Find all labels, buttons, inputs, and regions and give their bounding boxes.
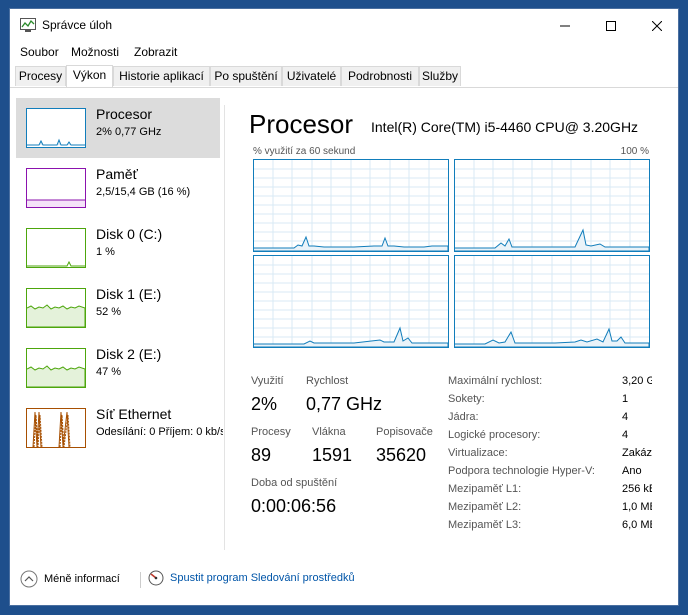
info-value: 6,0 MB bbox=[622, 519, 652, 531]
threads-value: 1591 bbox=[312, 445, 353, 465]
info-value: 4 bbox=[622, 411, 629, 423]
footer-divider bbox=[140, 572, 141, 588]
sidebar-item-disk0[interactable]: Disk 0 (C:) 1 % bbox=[16, 218, 220, 278]
sidebar-item-value: 1 % bbox=[96, 246, 115, 258]
sidebar-item-label: Disk 1 (E:) bbox=[96, 286, 162, 302]
speed-value: 0,77 GHz bbox=[306, 394, 383, 414]
info-key: Podpora technologie Hyper-V: bbox=[448, 465, 595, 477]
handles-value: 35620 bbox=[376, 445, 427, 465]
maximize-icon bbox=[606, 20, 616, 31]
info-value: 3,20 GHz bbox=[622, 375, 652, 387]
menu-bar: Soubor Možnosti Zobrazit bbox=[10, 42, 678, 62]
resource-monitor-link[interactable]: Spustit program Sledování prostředků bbox=[148, 570, 355, 586]
info-key: Sokety: bbox=[448, 393, 485, 405]
sidebar-item-value: 2% 0,77 GHz bbox=[96, 126, 162, 138]
info-key: Mezipaměť L3: bbox=[448, 519, 522, 531]
sidebar-item-label: Paměť bbox=[96, 166, 138, 182]
info-key: Jádra: bbox=[448, 411, 479, 423]
task-manager-window: Správce úloh Soubor Možnosti Zobrazit Pr… bbox=[9, 8, 679, 606]
graph-max-label: 100 % bbox=[620, 146, 649, 157]
tab-processes[interactable]: Procesy bbox=[15, 66, 66, 86]
minimize-icon bbox=[560, 25, 570, 26]
cpu-thumbnail bbox=[26, 108, 86, 148]
cpu-model-name: Intel(R) Core(TM) i5-4460 CPU@ 3.20GHz bbox=[371, 119, 639, 135]
sidebar-item-disk1[interactable]: Disk 1 (E:) 52 % bbox=[16, 278, 220, 338]
cpu-core-graph-1 bbox=[454, 159, 650, 252]
ethernet-thumbnail bbox=[26, 408, 86, 448]
info-value: 256 kB bbox=[622, 483, 652, 495]
info-value: 1 bbox=[622, 393, 629, 405]
memory-thumbnail bbox=[26, 168, 86, 208]
info-value: Zakázáno bbox=[622, 447, 652, 459]
info-key: Logické procesory: bbox=[448, 429, 541, 441]
tab-strip: Procesy Výkon Historie aplikací Po spušt… bbox=[10, 65, 678, 88]
panel-divider bbox=[224, 105, 225, 550]
info-key: Mezipaměť L2: bbox=[448, 501, 522, 513]
info-value: Ano bbox=[622, 465, 642, 477]
processes-label: Procesy bbox=[251, 426, 291, 438]
close-icon bbox=[652, 20, 662, 31]
sidebar-item-label: Disk 0 (C:) bbox=[96, 226, 163, 242]
processes-value: 89 bbox=[251, 445, 272, 465]
page-title: Procesor bbox=[249, 109, 354, 139]
chevron-up-icon bbox=[20, 570, 38, 588]
performance-sidebar: Procesor 2% 0,77 GHz Paměť 2,5/15,4 GB (… bbox=[10, 87, 225, 547]
window-title: Správce úloh bbox=[42, 18, 113, 32]
title-bar[interactable]: Správce úloh bbox=[10, 9, 678, 42]
threads-label: Vlákna bbox=[312, 426, 346, 438]
minimize-button[interactable] bbox=[542, 9, 588, 42]
disk0-thumbnail bbox=[26, 228, 86, 268]
usage-value: 2% bbox=[251, 394, 278, 414]
resource-monitor-label: Spustit program Sledování prostředků bbox=[170, 572, 355, 584]
tab-users[interactable]: Uživatelé bbox=[282, 66, 341, 86]
maximize-button[interactable] bbox=[588, 9, 634, 42]
uptime-value: 0:00:06:56 bbox=[251, 496, 337, 516]
menu-options[interactable]: Možnosti bbox=[71, 45, 119, 59]
cpu-core-graph-3 bbox=[454, 255, 650, 348]
sidebar-item-ethernet[interactable]: Síť Ethernet Odesílání: 0 Příjem: 0 kb/s bbox=[16, 398, 223, 458]
info-key: Mezipaměť L1: bbox=[448, 483, 522, 495]
sidebar-item-value: 2,5/15,4 GB (16 %) bbox=[96, 186, 191, 198]
tab-performance[interactable]: Výkon bbox=[66, 65, 113, 87]
footer-bar: Méně informací Spustit program Sledování… bbox=[10, 557, 678, 605]
tab-details[interactable]: Podrobnosti bbox=[341, 66, 419, 86]
sidebar-item-value: 47 % bbox=[96, 366, 122, 378]
tab-services[interactable]: Služby bbox=[419, 66, 461, 86]
menu-file[interactable]: Soubor bbox=[20, 45, 59, 59]
sidebar-item-value: 52 % bbox=[96, 306, 122, 318]
info-value: 4 bbox=[622, 429, 629, 441]
tab-app-history[interactable]: Historie aplikací bbox=[113, 66, 210, 86]
tab-startup[interactable]: Po spuštění bbox=[210, 66, 282, 86]
graph-caption: % využití za 60 sekund bbox=[253, 146, 356, 157]
cpu-core-graph-0 bbox=[253, 159, 449, 252]
close-button[interactable] bbox=[634, 9, 678, 42]
fewer-details-label: Méně informací bbox=[44, 573, 120, 585]
speed-label: Rychlost bbox=[306, 375, 349, 387]
uptime-label: Doba od spuštění bbox=[251, 477, 338, 489]
info-key: Virtualizace: bbox=[448, 447, 508, 459]
disk2-thumbnail bbox=[26, 348, 86, 388]
sidebar-item-disk2[interactable]: Disk 2 (E:) 47 % bbox=[16, 338, 220, 398]
resource-monitor-icon bbox=[148, 570, 164, 586]
sidebar-item-label: Síť Ethernet bbox=[96, 406, 172, 422]
task-manager-icon bbox=[20, 18, 36, 32]
menu-view[interactable]: Zobrazit bbox=[134, 45, 177, 59]
disk1-thumbnail bbox=[26, 288, 86, 328]
fewer-details-button[interactable]: Méně informací bbox=[20, 570, 120, 588]
sidebar-item-label: Disk 2 (E:) bbox=[96, 346, 162, 362]
info-key: Maximální rychlost: bbox=[448, 375, 543, 387]
sidebar-item-cpu[interactable]: Procesor 2% 0,77 GHz bbox=[16, 98, 220, 158]
handles-label: Popisovače bbox=[376, 426, 433, 438]
info-value: 1,0 MB bbox=[622, 501, 652, 513]
cpu-core-graph-2 bbox=[253, 255, 449, 348]
sidebar-item-memory[interactable]: Paměť 2,5/15,4 GB (16 %) bbox=[16, 158, 220, 218]
sidebar-item-value: Odesílání: 0 Příjem: 0 kb/s bbox=[96, 426, 223, 438]
usage-label: Využití bbox=[251, 375, 284, 387]
sidebar-item-label: Procesor bbox=[96, 106, 153, 122]
